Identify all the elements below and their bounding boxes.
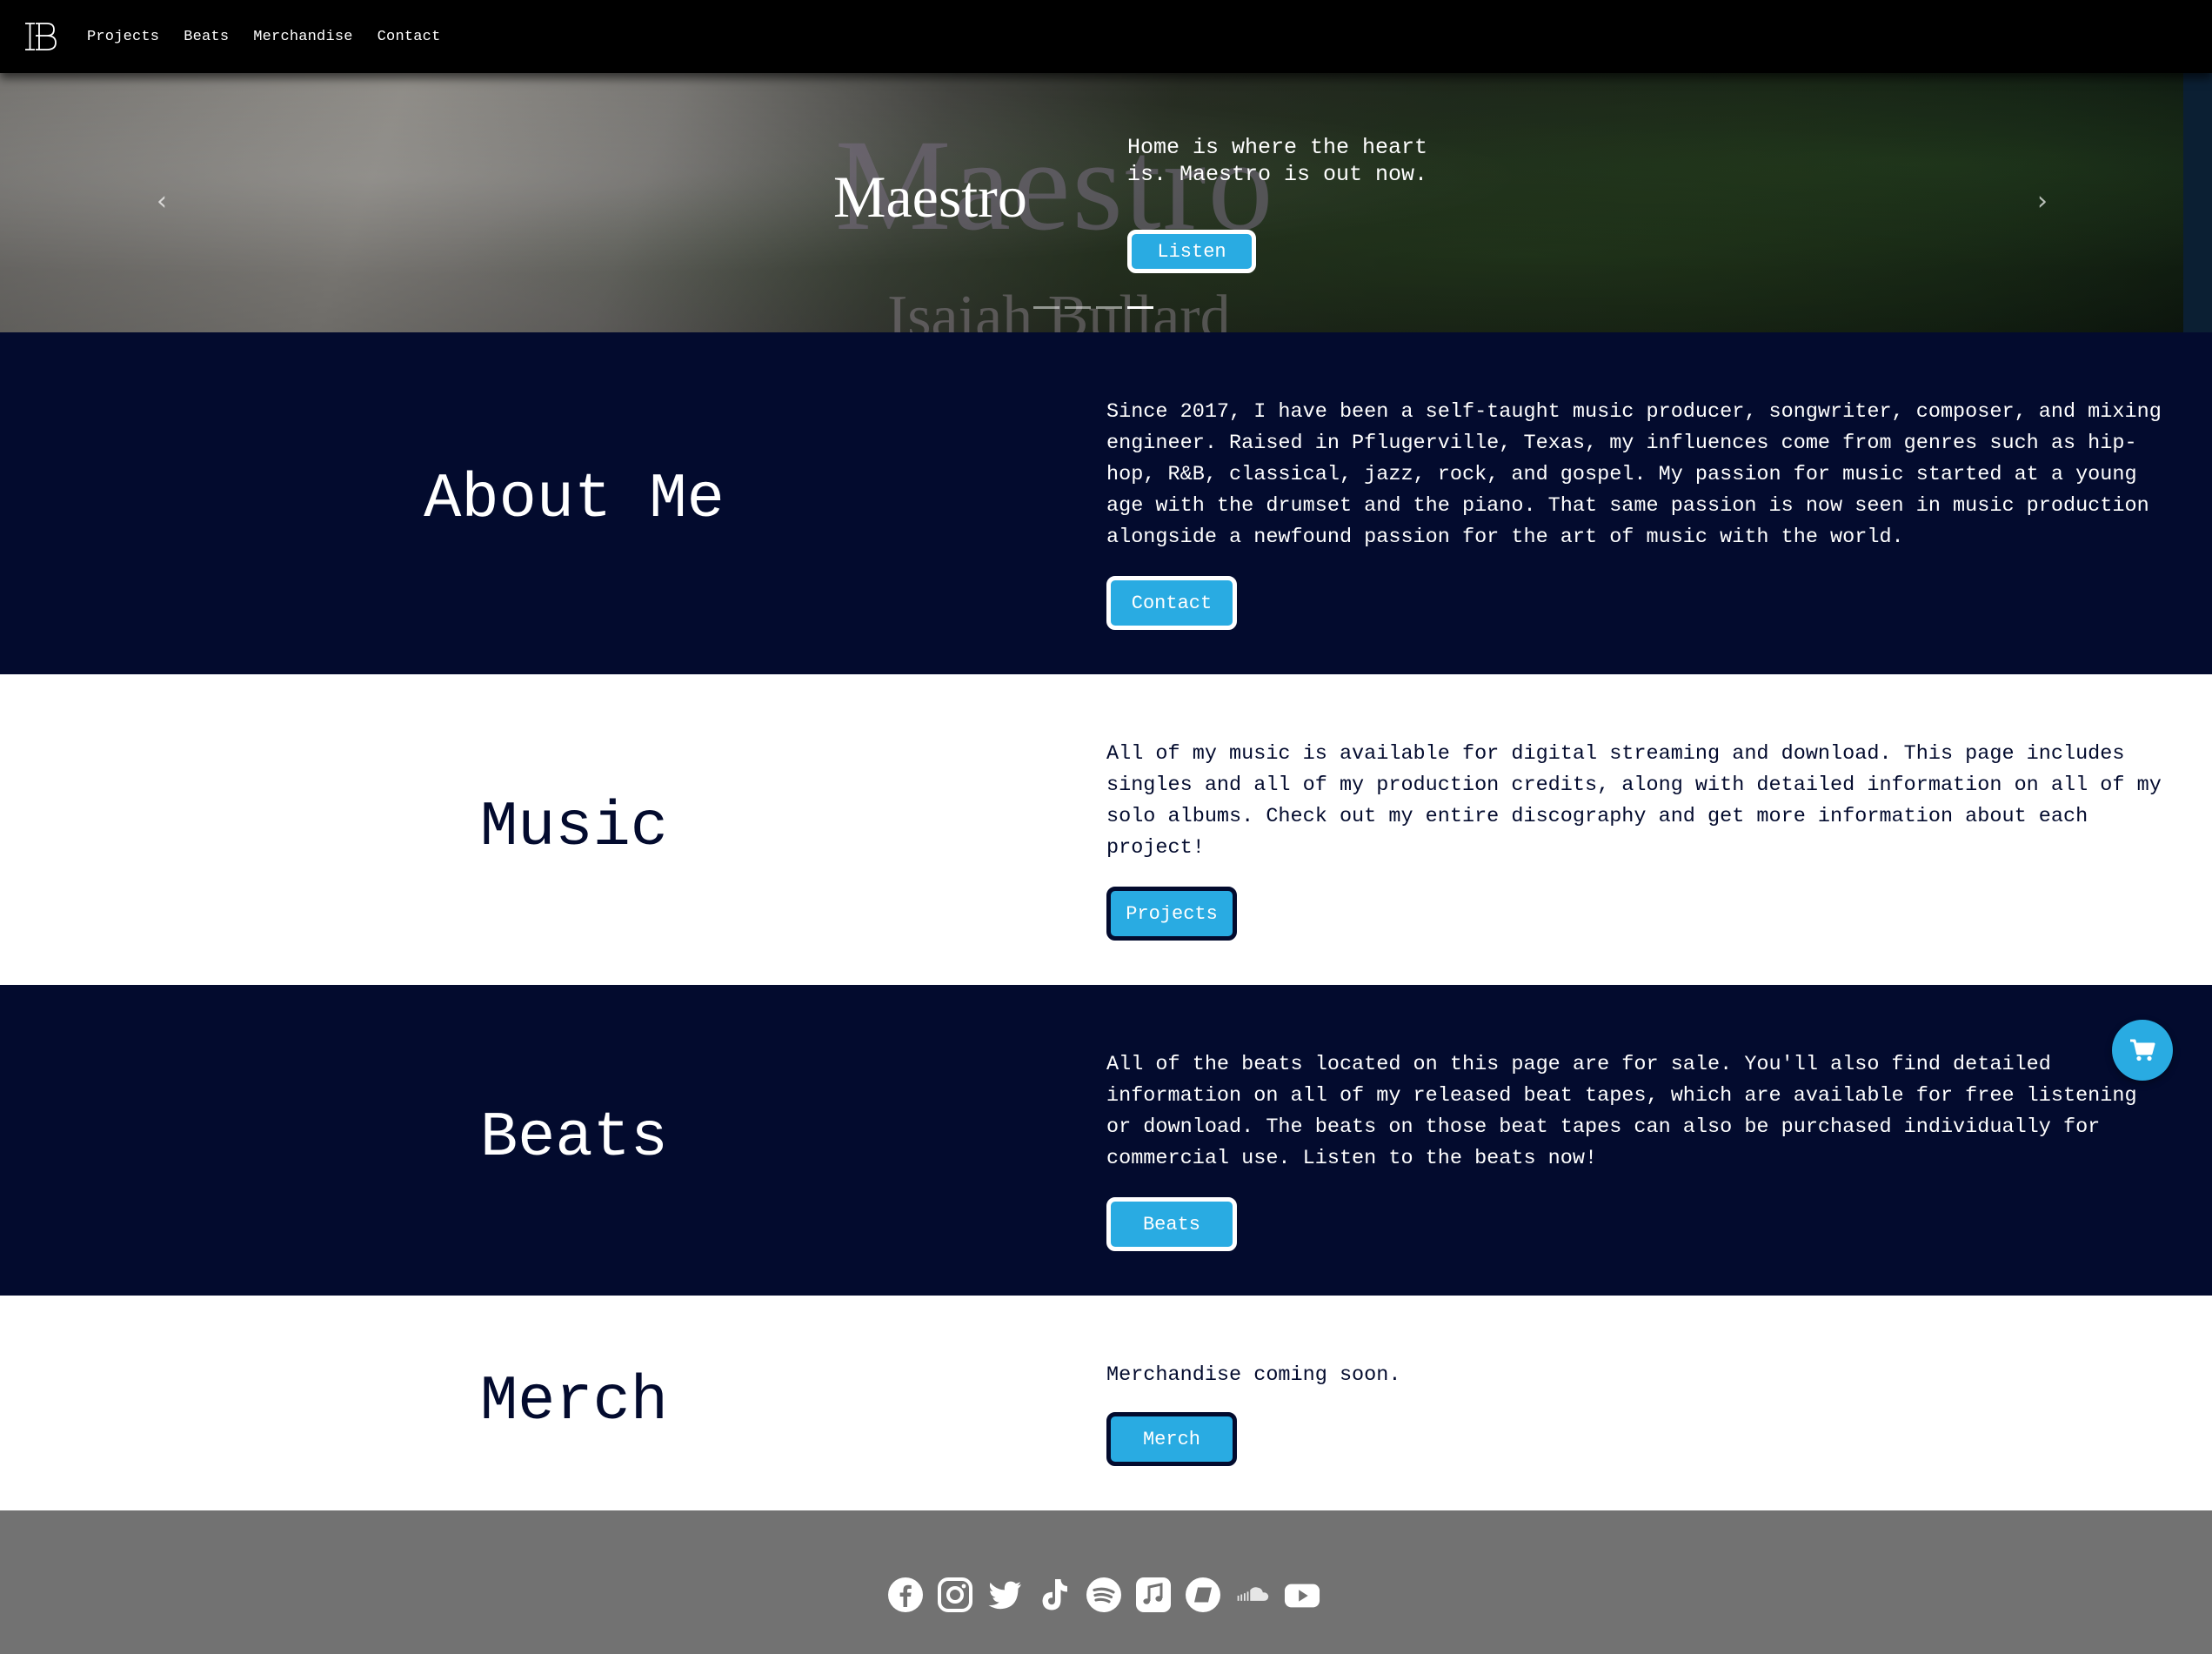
soundcloud-icon[interactable] (1234, 1577, 1271, 1613)
nav-link-projects[interactable]: Projects (87, 29, 159, 45)
social-links (887, 1577, 1320, 1613)
shopping-cart-button[interactable] (2112, 1020, 2173, 1081)
nav-link-beats[interactable]: Beats (184, 29, 229, 45)
hero-title: Maestro (833, 164, 1027, 230)
beats-button[interactable]: Beats (1106, 1197, 1237, 1251)
facebook-icon[interactable] (887, 1577, 924, 1613)
youtube-icon[interactable] (1284, 1577, 1320, 1613)
hero-carousel: Maestro Isaiah Bullard Maestro Home is w… (0, 73, 2183, 332)
carousel-indicator[interactable] (1096, 306, 1122, 309)
carousel-indicator[interactable] (1033, 306, 1059, 309)
nav-link-contact[interactable]: Contact (378, 29, 441, 45)
tiktok-icon[interactable] (1036, 1577, 1073, 1613)
footer (0, 1510, 2212, 1654)
hero-background-subtitle: Isaiah Bullard (887, 284, 1231, 333)
music-section: Music All of my music is available for d… (0, 674, 2212, 985)
beats-heading: Beats (479, 1102, 669, 1174)
carousel-indicator[interactable] (1065, 306, 1091, 309)
site-logo[interactable] (23, 20, 57, 53)
hero-edge (2183, 73, 2212, 332)
spotify-icon[interactable] (1086, 1577, 1122, 1613)
nav-link-merchandise[interactable]: Merchandise (253, 29, 352, 45)
listen-button[interactable]: Listen (1127, 230, 1256, 273)
projects-button[interactable]: Projects (1106, 887, 1237, 941)
about-heading: About Me (424, 464, 725, 535)
merch-text: Merchandise coming soon. (1106, 1363, 1401, 1387)
carousel-next-icon[interactable]: › (2037, 186, 2048, 217)
merch-heading: Merch (479, 1366, 669, 1437)
carousel-indicator-active[interactable] (1127, 306, 1153, 309)
beats-section: Beats All of the beats located on this p… (0, 985, 2212, 1296)
contact-button[interactable]: Contact (1106, 576, 1237, 630)
bandcamp-icon[interactable] (1185, 1577, 1221, 1613)
instagram-icon[interactable] (937, 1577, 973, 1613)
beats-text: All of the beats located on this page ar… (1106, 1053, 2137, 1170)
carousel-indicators (1033, 306, 1153, 309)
top-navbar: Projects Beats Merchandise Contact (0, 0, 2212, 73)
shopping-cart-icon (2130, 1039, 2155, 1061)
music-text: All of my music is available for digital… (1106, 742, 2162, 860)
merch-button[interactable]: Merch (1106, 1412, 1237, 1466)
carousel-prev-icon[interactable]: ‹ (157, 186, 167, 217)
music-heading: Music (479, 792, 669, 863)
about-text: Since 2017, I have been a self-taught mu… (1106, 400, 2162, 549)
hero-caption: Home is where the heart is. Maestro is o… (1127, 135, 1428, 187)
twitter-icon[interactable] (986, 1577, 1023, 1613)
about-section: About Me Since 2017, I have been a self-… (0, 332, 2212, 674)
apple-music-icon[interactable] (1135, 1577, 1172, 1613)
merch-section: Merch Merchandise coming soon. Merch (0, 1296, 2212, 1510)
